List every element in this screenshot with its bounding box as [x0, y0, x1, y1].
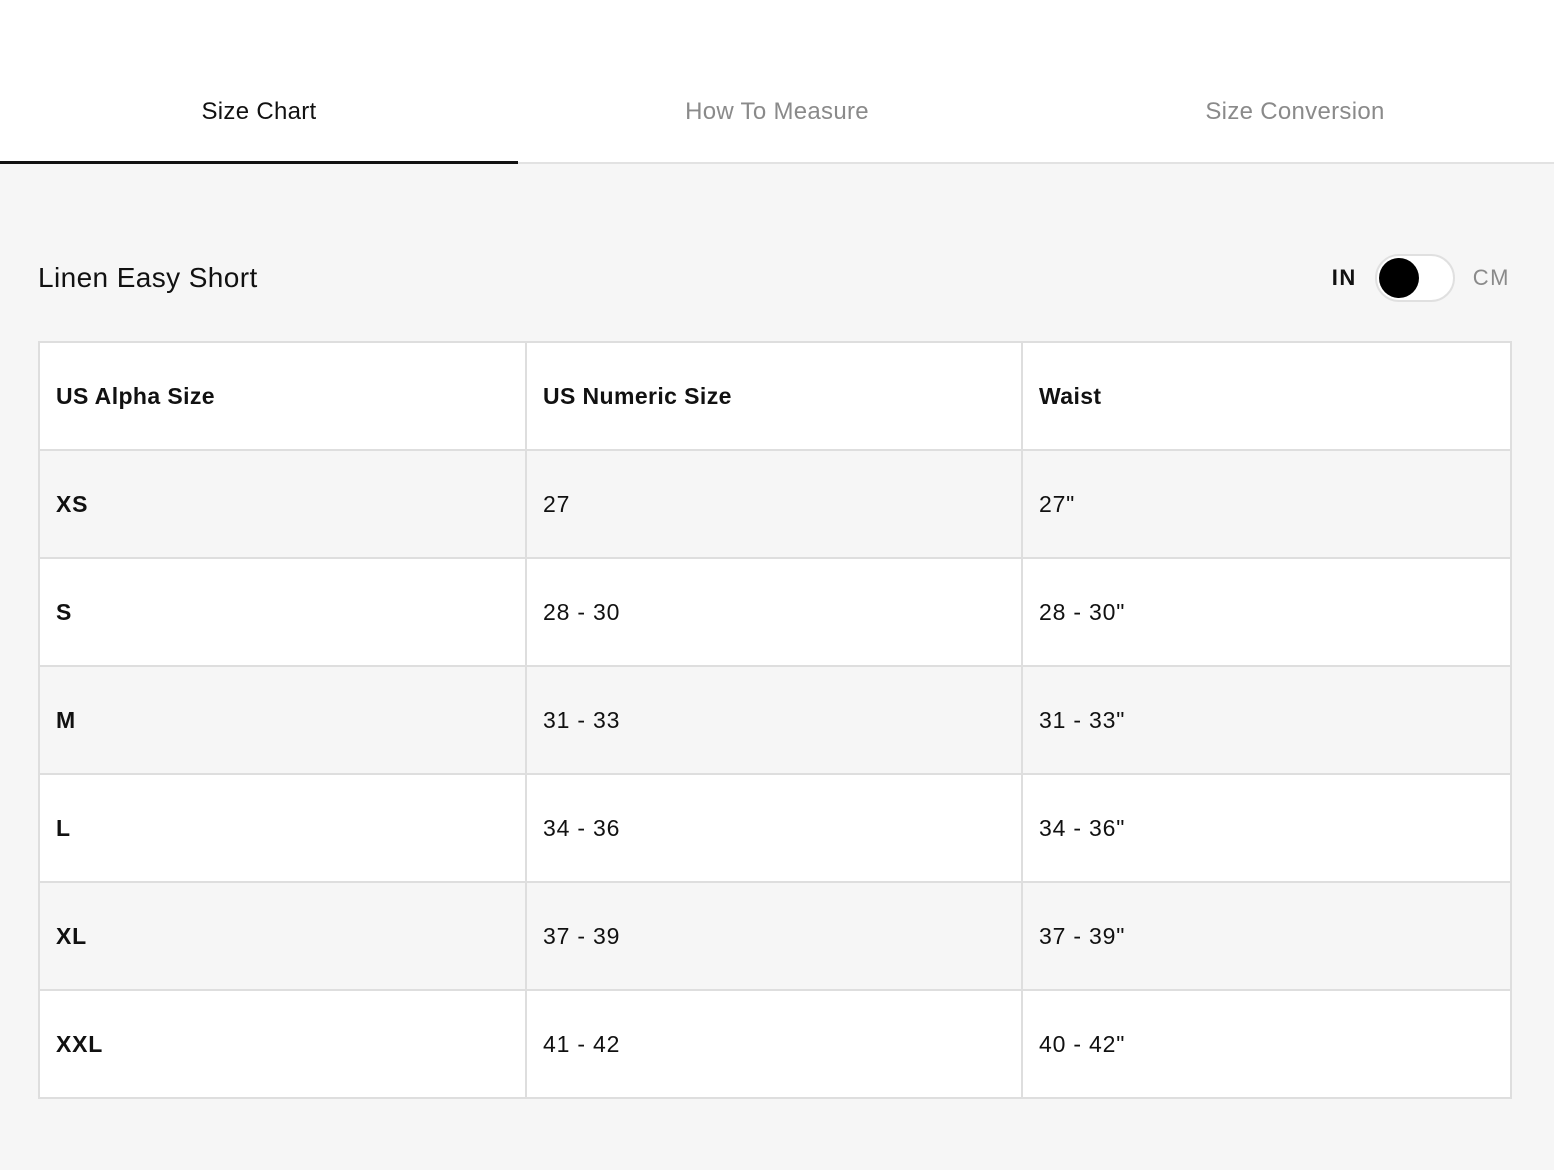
- tab-how-to-measure[interactable]: How To Measure: [518, 0, 1036, 162]
- table-row: XS 27 27": [38, 449, 1512, 559]
- table-row: L 34 - 36 34 - 36": [38, 773, 1512, 883]
- cell-numeric-size: 41 - 42: [525, 989, 1023, 1099]
- table-row: M 31 - 33 31 - 33": [38, 665, 1512, 775]
- cell-alpha-size: S: [38, 557, 527, 667]
- product-header: Linen Easy Short IN CM: [38, 254, 1510, 302]
- table-row: S 28 - 30 28 - 30": [38, 557, 1512, 667]
- switch-knob: [1378, 258, 1419, 298]
- tab-size-chart[interactable]: Size Chart: [0, 0, 518, 164]
- column-header-waist: Waist: [1021, 341, 1512, 451]
- table-header-row: US Alpha Size US Numeric Size Waist: [38, 341, 1512, 451]
- table-row: XXL 41 - 42 40 - 42": [38, 989, 1512, 1099]
- tab-label: Size Chart: [201, 98, 317, 125]
- size-guide-page: Size Chart How To Measure Size Conversio…: [0, 0, 1554, 1170]
- cell-numeric-size: 28 - 30: [525, 557, 1023, 667]
- cell-waist: 34 - 36": [1021, 773, 1512, 883]
- cell-waist: 31 - 33": [1021, 665, 1512, 775]
- size-table: US Alpha Size US Numeric Size Waist XS 2…: [38, 341, 1512, 1099]
- cell-alpha-size: XL: [38, 881, 527, 991]
- tab-size-conversion[interactable]: Size Conversion: [1036, 0, 1554, 162]
- product-title: Linen Easy Short: [38, 262, 258, 293]
- tab-label: Size Conversion: [1205, 98, 1385, 125]
- unit-label-cm[interactable]: CM: [1473, 265, 1510, 291]
- cell-numeric-size: 31 - 33: [525, 665, 1023, 775]
- cell-numeric-size: 34 - 36: [525, 773, 1023, 883]
- cell-alpha-size: L: [38, 773, 527, 883]
- cell-waist: 37 - 39": [1021, 881, 1512, 991]
- cell-waist: 27": [1021, 449, 1512, 559]
- cell-alpha-size: XXL: [38, 989, 527, 1099]
- cell-numeric-size: 27: [525, 449, 1023, 559]
- column-header-us-numeric-size: US Numeric Size: [525, 341, 1023, 451]
- tab-bar: Size Chart How To Measure Size Conversio…: [0, 0, 1554, 164]
- cell-alpha-size: M: [38, 665, 527, 775]
- unit-label-in[interactable]: IN: [1332, 265, 1357, 291]
- tab-label: How To Measure: [685, 98, 869, 125]
- column-header-us-alpha-size: US Alpha Size: [38, 341, 527, 451]
- cell-waist: 40 - 42": [1021, 989, 1512, 1099]
- cell-waist: 28 - 30": [1021, 557, 1512, 667]
- cell-alpha-size: XS: [38, 449, 527, 559]
- unit-switch[interactable]: [1374, 254, 1455, 302]
- unit-toggle: IN CM: [1332, 254, 1510, 302]
- cell-numeric-size: 37 - 39: [525, 881, 1023, 991]
- table-row: XL 37 - 39 37 - 39": [38, 881, 1512, 991]
